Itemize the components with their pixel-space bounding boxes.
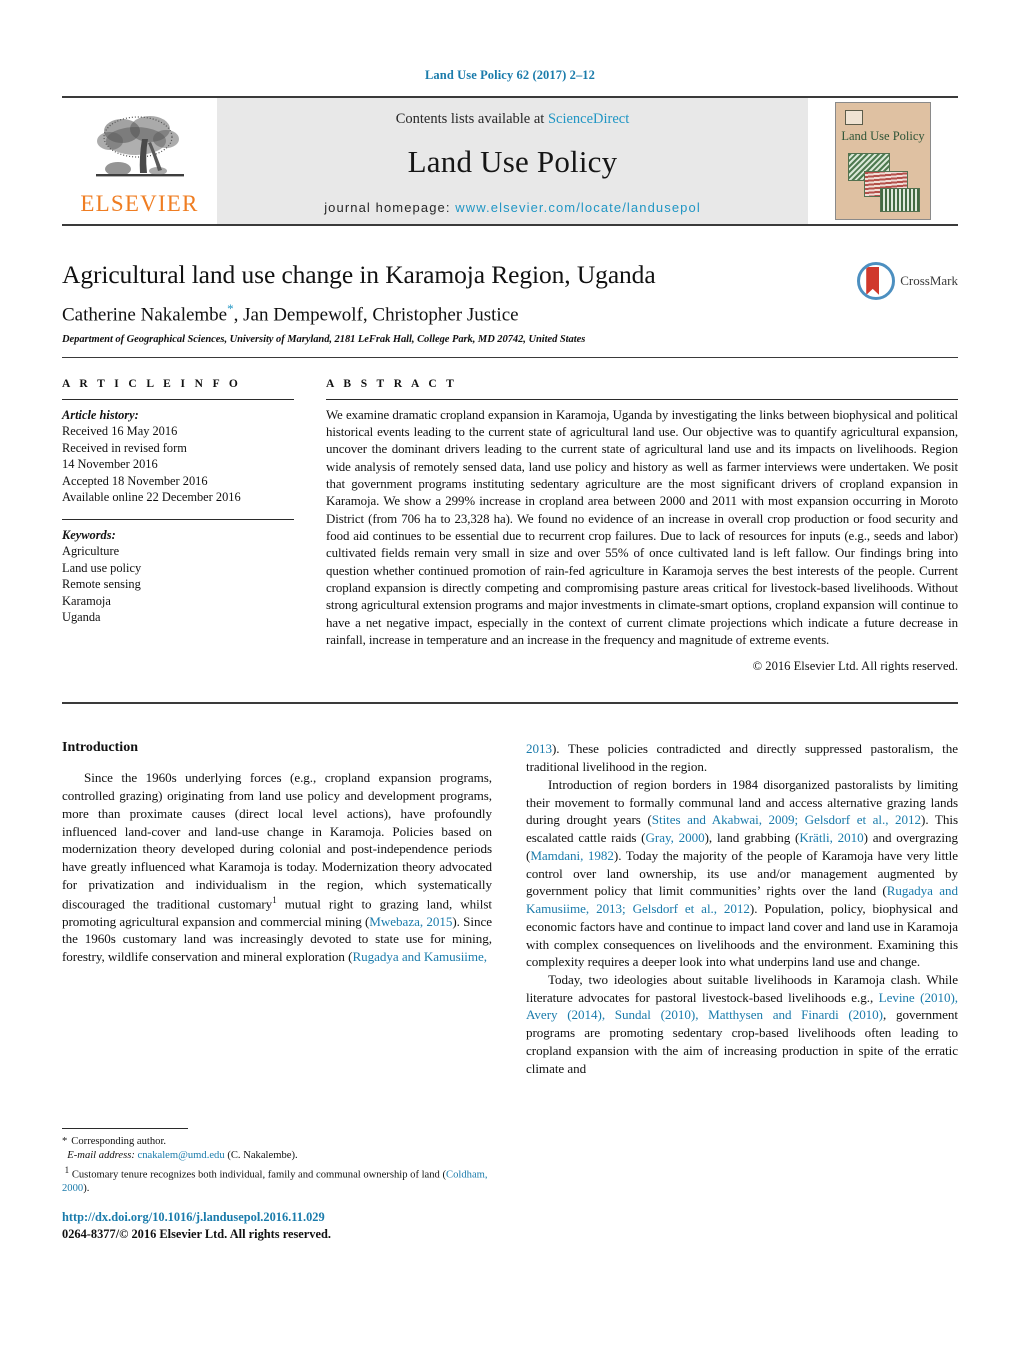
- email-label: E-mail address:: [67, 1150, 135, 1162]
- contents-available-line: Contents lists available at ScienceDirec…: [396, 111, 630, 128]
- paragraph-text: ), land grabbing (: [704, 830, 800, 846]
- article-history-item: Accepted 18 November 2016: [62, 473, 208, 488]
- keyword-item: Remote sensing: [62, 577, 141, 592]
- issn-copyright: 0264-8377/© 2016 Elsevier Ltd. All right…: [62, 1227, 331, 1241]
- footer-block: http://dx.doi.org/10.1016/j.landusepol.2…: [62, 1210, 492, 1242]
- keyword-item: Land use policy: [62, 560, 142, 575]
- article-body: Introduction Since the 1960s underlying …: [62, 740, 958, 1077]
- doi-link[interactable]: http://dx.doi.org/10.1016/j.landusepol.2…: [62, 1210, 492, 1225]
- elsevier-tree-icon: [95, 116, 184, 177]
- contents-prefix: Contents lists available at: [395, 111, 548, 127]
- footnote-corresponding: * Corresponding author.: [62, 1135, 492, 1149]
- journal-homepage-link[interactable]: www.elsevier.com/locate/landusepol: [455, 200, 701, 215]
- footnote-1-text-end: ).: [83, 1183, 90, 1195]
- article-history-item: Received 16 May 2016: [62, 424, 178, 439]
- page-title: Agricultural land use change in Karamoja…: [62, 260, 656, 289]
- journal-title: Land Use Policy: [407, 144, 618, 179]
- citation-link[interactable]: Rugadya and Kamusiime,: [352, 949, 487, 964]
- paragraph: Today, two ideologies about suitable liv…: [526, 971, 958, 1077]
- article-history-group: Article history: Received 16 May 2016 Re…: [62, 407, 294, 506]
- paragraph: Since the 1960s underlying forces (e.g.,…: [62, 769, 492, 965]
- citation-link[interactable]: Mamdani, 1982: [530, 848, 614, 863]
- footnote-corresponding-text: Corresponding author.: [71, 1136, 167, 1147]
- cover-publisher-logo-icon: [845, 110, 863, 125]
- keyword-item: Karamoja: [62, 593, 111, 608]
- citation-link[interactable]: 2013: [526, 741, 552, 756]
- abstract-column: A B S T R A C T We examine dramatic crop…: [320, 378, 958, 675]
- footnote-rule: [62, 1128, 188, 1129]
- citation-link[interactable]: Mwebaza, 2015: [369, 914, 452, 929]
- footnote-marker-star: *: [62, 1136, 68, 1147]
- introduction-heading: Introduction: [62, 740, 138, 756]
- elsevier-wordmark: ELSEVIER: [80, 191, 199, 216]
- homepage-prefix: journal homepage:: [324, 200, 456, 215]
- journal-article-page: Land Use Policy 62 (2017) 2–12 ELSEVIER …: [0, 0, 1020, 1351]
- author-list: Catherine Nakalembe*, Jan Dempewolf, Chr…: [62, 301, 958, 326]
- author-rest: , Jan Dempewolf, Christopher Justice: [233, 304, 519, 326]
- journal-banner: Contents lists available at ScienceDirec…: [217, 98, 808, 224]
- article-info-rule: [62, 398, 294, 400]
- body-column-right: 2013). These policies contradicted and d…: [526, 740, 958, 1077]
- keywords-divider: [62, 518, 294, 520]
- journal-homepage-line: journal homepage: www.elsevier.com/locat…: [324, 200, 701, 215]
- footnote-marker-1: 1: [64, 1164, 70, 1175]
- footnote-email: E-mail address: cnakalem@umd.edu (C. Nak…: [62, 1149, 492, 1163]
- crossmark-badge-group[interactable]: CrossMark: [857, 262, 958, 300]
- citation-link[interactable]: Krätli, 2010: [799, 830, 863, 845]
- article-history-item: Received in revised form: [62, 440, 187, 455]
- crossmark-label: CrossMark: [900, 273, 958, 288]
- keywords-label: Keywords:: [62, 527, 116, 542]
- article-info-column: A R T I C L E I N F O Article history: R…: [62, 378, 320, 675]
- paragraph-text: ). These policies contradicted and direc…: [526, 741, 958, 775]
- elsevier-logo: ELSEVIER: [62, 98, 217, 224]
- journal-cover-thumbnail: Land Use Policy: [835, 102, 931, 220]
- paragraph: 2013). These policies contradicted and d…: [526, 740, 958, 775]
- email-link[interactable]: cnakalem@umd.edu: [138, 1150, 225, 1161]
- author-primary: Catherine Nakalembe: [62, 304, 228, 326]
- sciencedirect-link[interactable]: ScienceDirect: [548, 111, 629, 127]
- running-head: Land Use Policy 62 (2017) 2–12: [424, 68, 595, 82]
- footnote-1-text: Customary tenure recognizes both individ…: [71, 1169, 447, 1181]
- paragraph: Introduction of region borders in 1984 d…: [526, 776, 958, 971]
- abstract-text: We examine dramatic cropland expansion i…: [326, 407, 958, 648]
- affiliation: Department of Geographical Sciences, Uni…: [62, 333, 586, 345]
- article-info-heading: A R T I C L E I N F O: [62, 377, 242, 390]
- info-abstract-region: A R T I C L E I N F O Article history: R…: [62, 378, 958, 685]
- email-suffix: (C. Nakalembe).: [227, 1150, 298, 1162]
- cover-journal-title: Land Use Policy: [841, 129, 925, 143]
- keyword-item: Agriculture: [62, 544, 120, 559]
- abstract-rule: [326, 398, 958, 400]
- cover-photo-landscape: [880, 188, 920, 212]
- paragraph-text: Since the 1960s underlying forces (e.g.,…: [62, 770, 492, 911]
- keyword-item: Uganda: [62, 610, 101, 625]
- footnotes-block: * Corresponding author. E-mail address: c…: [62, 1128, 492, 1197]
- article-history-item: Available online 22 December 2016: [62, 490, 241, 505]
- footnote-1: 1 Customary tenure recognizes both indiv…: [62, 1164, 492, 1197]
- keywords-group: Keywords: Agriculture Land use policy Re…: [62, 527, 294, 626]
- journal-masthead: ELSEVIER Contents lists available at Sci…: [62, 96, 958, 226]
- article-history-label: Article history:: [62, 407, 139, 422]
- journal-cover-cell: Land Use Policy: [808, 98, 958, 224]
- title-block: CrossMark Agricultural land use change i…: [62, 260, 958, 358]
- abstract-heading: A B S T R A C T: [326, 377, 458, 390]
- article-history-item: 14 November 2016: [62, 457, 158, 472]
- crossmark-icon: [857, 262, 896, 300]
- section-divider: [62, 702, 958, 705]
- citation-link[interactable]: Stites and Akabwai, 2009; Gelsdorf et al…: [652, 812, 921, 827]
- abstract-copyright: © 2016 Elsevier Ltd. All rights reserved…: [752, 659, 958, 674]
- body-column-left: Introduction Since the 1960s underlying …: [62, 740, 492, 1077]
- citation-link[interactable]: Gray, 2000: [645, 830, 704, 845]
